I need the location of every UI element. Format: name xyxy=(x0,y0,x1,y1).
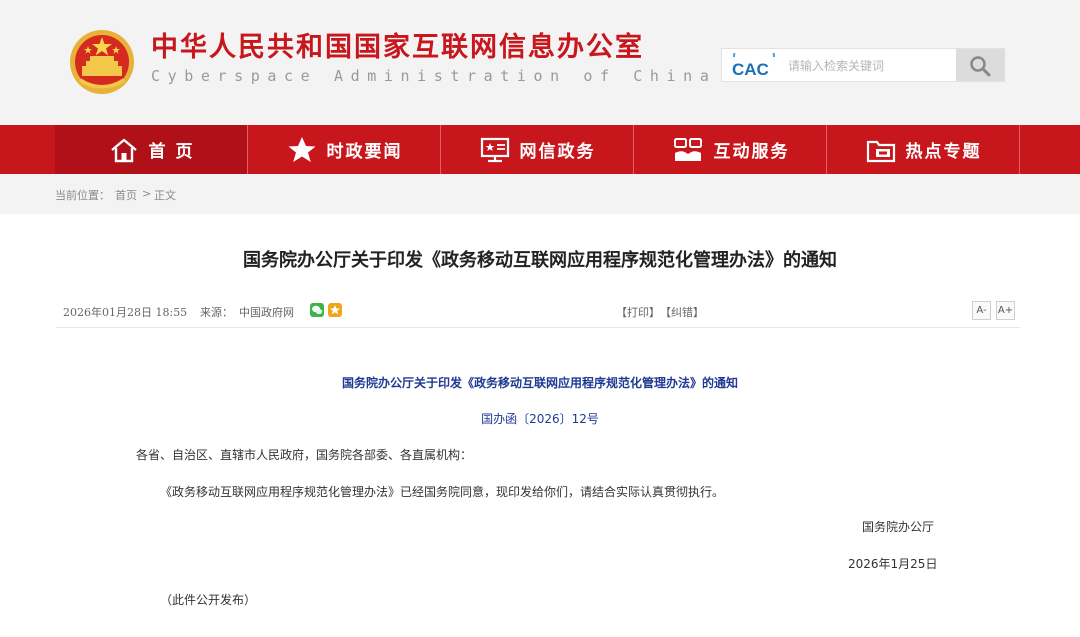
nav-item-news[interactable]: 时政要闻 xyxy=(248,125,441,174)
nav-item-label: 时政要闻 xyxy=(326,142,403,162)
nav-item-home[interactable]: 首 页 xyxy=(55,125,248,174)
breadcrumb-separator: > xyxy=(142,187,152,200)
site-name-cn[interactable]: 中华人民共和国国家互联网信息办公室 xyxy=(151,30,644,66)
body-paragraph: 《政务移动互联网应用程序规范化管理办法》已经国务院同意，现印发给你们，请结合实际… xyxy=(160,485,725,499)
search-icon xyxy=(970,56,991,77)
wechat-share-icon[interactable] xyxy=(310,303,324,317)
cac-logo-icon: CAC xyxy=(732,53,775,79)
font-increase-button[interactable]: A+ xyxy=(996,301,1015,320)
nav-item-services[interactable]: 互动服务 xyxy=(634,125,827,174)
source-label: 来源： xyxy=(200,306,233,319)
search-box: CAC xyxy=(721,48,1005,82)
article-meta-bar: 2026年01月28日 18:55 来源： 中国政府网 【打印】 【纠错】 A-… xyxy=(56,298,1020,328)
breadcrumb-current: 正文 xyxy=(154,189,176,202)
nav-item-affairs[interactable]: 网信政务 xyxy=(441,125,634,174)
print-link[interactable]: 【打印】 xyxy=(616,304,660,320)
home-icon xyxy=(110,138,137,162)
nav-item-label: 热点专题 xyxy=(905,142,982,162)
signature: 国务院办公厅 xyxy=(862,520,935,534)
search-button[interactable] xyxy=(956,49,1005,81)
article-title: 国务院办公厅关于印发《政务移动互联网应用程序规范化管理办法》的通知 xyxy=(243,250,837,271)
monitor-icon xyxy=(480,137,509,162)
breadcrumb: 当前位置： 首页 > 正文 xyxy=(0,174,1080,214)
qzone-share-icon[interactable] xyxy=(328,303,342,317)
star-icon xyxy=(288,136,315,162)
correction-link[interactable]: 【纠错】 xyxy=(660,304,704,320)
handshake-icon xyxy=(673,137,702,161)
document-number: 国办函〔2026〕12号 xyxy=(481,412,599,426)
nav-item-topics[interactable]: 热点专题 xyxy=(827,125,1020,174)
breadcrumb-prefix: 当前位置： xyxy=(55,189,110,202)
nav-item-label: 互动服务 xyxy=(713,142,790,162)
recipients-paragraph: 各省、自治区、直辖市人民政府，国务院各部委、各直属机构： xyxy=(136,448,473,462)
nav-item-label: 网信政务 xyxy=(519,142,596,162)
font-decrease-button[interactable]: A- xyxy=(972,301,991,320)
main-nav: 首 页 时政要闻 网信政务 互动服务 热点专题 xyxy=(0,125,1080,174)
site-header: 中华人民共和国国家互联网信息办公室 Cyberspace Administrat… xyxy=(0,0,1080,125)
source-name: 中国政府网 xyxy=(239,306,294,319)
publication-note: （此件公开发布） xyxy=(160,593,257,607)
search-input[interactable] xyxy=(784,53,954,78)
national-emblem-icon[interactable] xyxy=(68,28,136,96)
sign-date: 2026年1月25日 xyxy=(848,557,938,571)
site-name-en: Cyberspace Administration of China xyxy=(151,67,717,85)
cac-logo-text: CAC xyxy=(732,60,769,79)
publish-date: 2026年01月28日 18:55 xyxy=(63,306,188,319)
document-title: 国务院办公厅关于印发《政务移动互联网应用程序规范化管理办法》的通知 xyxy=(341,376,738,390)
breadcrumb-home-link[interactable]: 首页 xyxy=(115,187,137,203)
nav-divider xyxy=(1019,125,1020,174)
nav-item-label: 首 页 xyxy=(148,142,195,162)
folder-icon xyxy=(866,140,895,162)
